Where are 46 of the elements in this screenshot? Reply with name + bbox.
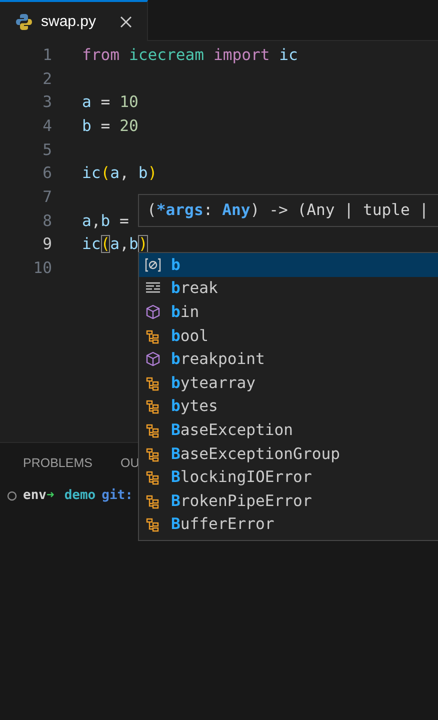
suggestion-item[interactable]: BaseException	[139, 418, 438, 442]
class-icon	[145, 446, 161, 462]
line-number: 7	[42, 188, 52, 206]
suggestion-item[interactable]: BufferError	[139, 512, 438, 536]
class-icon	[145, 398, 161, 414]
suggestion-item[interactable]: BrokenPipeError	[139, 488, 438, 513]
line-number: 3	[42, 93, 52, 112]
cube-icon	[145, 351, 161, 368]
signature-tooltip: (*args: Any) -> (Any | tuple |	[138, 194, 438, 227]
line-number: 8	[42, 212, 52, 230]
close-icon[interactable]	[119, 14, 134, 28]
suggestion-item[interactable]: bin	[139, 300, 438, 324]
suggestion-item[interactable]: BaseExceptionGroup	[139, 442, 438, 466]
suggestion-item[interactable]: bytearray	[139, 370, 438, 395]
line-number: 6	[42, 164, 52, 182]
code-line: b = 20	[82, 116, 138, 135]
code-line: from icecream import ic	[82, 46, 298, 64]
code-line: ic(a, b)	[82, 164, 158, 182]
terminal-prompt: env➜ demo git:	[23, 488, 133, 503]
line-number: 4	[42, 116, 52, 135]
class-icon	[145, 492, 161, 509]
line-number: 9	[42, 235, 52, 254]
line-number: 10	[32, 259, 52, 278]
suggestion-item[interactable]: break	[139, 276, 438, 300]
code-line: ic(a,b)	[82, 235, 148, 254]
line-number: 5	[42, 140, 52, 159]
class-icon	[145, 469, 161, 486]
file-tab[interactable]: swap.py	[0, 0, 148, 41]
code-line: a = 10	[82, 93, 138, 112]
line-number: 2	[42, 70, 52, 88]
class-icon	[145, 374, 161, 391]
suggestion-item[interactable]: bool	[139, 324, 438, 348]
circle-icon	[7, 490, 17, 500]
suggestion-item[interactable]: breakpoint	[139, 347, 438, 371]
suggestion-item[interactable]: bytes	[139, 394, 438, 418]
panel-tab[interactable]: PROBLEMS	[23, 456, 92, 482]
class-icon	[145, 422, 161, 438]
python-file-icon	[16, 12, 32, 30]
suggestion-item[interactable]: BlockingIOError	[139, 465, 438, 489]
variable-icon	[145, 256, 161, 273]
class-icon	[145, 516, 161, 532]
cube-icon	[145, 304, 161, 320]
class-icon	[145, 328, 161, 344]
suggestion-item[interactable]: b	[139, 253, 438, 277]
line-number: 1	[42, 46, 52, 64]
code-line: a,b =	[82, 212, 129, 230]
